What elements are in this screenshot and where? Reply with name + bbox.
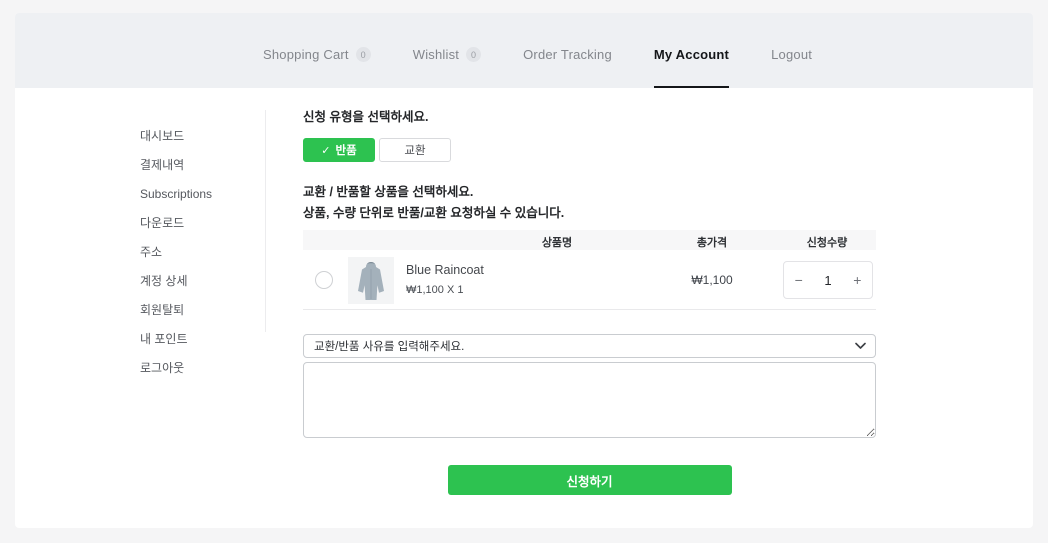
top-nav-band: Shopping Cart 0 Wishlist 0 Order Trackin… xyxy=(15,13,1033,88)
account-panel: Shopping Cart 0 Wishlist 0 Order Trackin… xyxy=(15,13,1033,528)
request-type-prompt: 신청 유형을 선택하세요. xyxy=(303,110,429,124)
product-table-header: 상품명 총가격 신청수량 xyxy=(303,230,876,250)
return-type-button[interactable]: ✓ 반품 xyxy=(303,138,375,162)
request-type-toggle: ✓ 반품 교환 xyxy=(303,138,876,162)
sidebar-item-downloads[interactable]: 다운로드 xyxy=(140,208,260,237)
product-name: Blue Raincoat xyxy=(406,263,484,277)
nav-my-account[interactable]: My Account xyxy=(653,23,730,88)
product-info: Blue Raincoat ₩1,100 X 1 xyxy=(406,263,484,296)
sidebar-item-logout[interactable]: 로그아웃 xyxy=(140,353,260,382)
return-exchange-form: 신청 유형을 선택하세요. ✓ 반품 교환 교환 / 반품할 상품을 선택하세요… xyxy=(303,110,876,495)
nav-shopping-cart-label: Shopping Cart xyxy=(263,47,349,62)
nav-order-tracking[interactable]: Order Tracking xyxy=(523,23,612,88)
return-type-label: 반품 xyxy=(335,145,357,157)
nav-shopping-cart[interactable]: Shopping Cart 0 xyxy=(263,23,371,88)
col-request-qty: 신청수량 xyxy=(806,237,848,249)
top-nav: Shopping Cart 0 Wishlist 0 Order Trackin… xyxy=(263,23,812,88)
nav-logout-label: Logout xyxy=(771,47,813,62)
sidebar-item-address[interactable]: 주소 xyxy=(140,237,260,266)
chevron-down-icon xyxy=(855,342,866,349)
submit-row: 신청하기 xyxy=(303,465,876,495)
table-row: Blue Raincoat ₩1,100 X 1 ₩1,100 − 1 + xyxy=(303,250,876,310)
sidebar-item-account-details[interactable]: 계정 상세 xyxy=(140,266,260,295)
nav-my-account-label: My Account xyxy=(653,47,730,62)
nav-wishlist[interactable]: Wishlist 0 xyxy=(412,23,482,88)
submit-request-button[interactable]: 신청하기 xyxy=(447,465,732,495)
reason-dropdown-value: 교환/반품 사유를 입력해주세요. xyxy=(314,341,465,353)
nav-order-tracking-label: Order Tracking xyxy=(523,47,612,62)
sidebar-divider xyxy=(265,110,266,332)
quantity-value: 1 xyxy=(824,272,832,288)
sidebar-item-withdraw-membership[interactable]: 회원탈퇴 xyxy=(140,295,260,324)
quantity-increase-button[interactable]: + xyxy=(843,272,872,288)
sidebar-item-payments[interactable]: 결제내역 xyxy=(140,150,260,179)
quantity-decrease-button[interactable]: − xyxy=(784,272,813,288)
wishlist-count-badge: 0 xyxy=(466,47,482,62)
product-unit-price: ₩1,100 X 1 xyxy=(406,284,464,296)
product-table: 상품명 총가격 신청수량 Blue Raincoat ₩1,100 X 1 ₩1… xyxy=(303,230,876,310)
sidebar-item-subscriptions[interactable]: Subscriptions xyxy=(140,179,260,208)
col-product-name: 상품명 xyxy=(541,237,573,249)
sidebar-item-my-points[interactable]: 내 포인트 xyxy=(140,324,260,353)
nav-logout[interactable]: Logout xyxy=(771,23,812,88)
exchange-type-label: 교환 xyxy=(404,145,426,157)
reason-textarea[interactable] xyxy=(303,362,876,438)
raincoat-image xyxy=(358,261,384,300)
account-sidebar: 대시보드 결제내역 Subscriptions 다운로드 주소 계정 상세 회원… xyxy=(140,121,260,382)
cart-count-badge: 0 xyxy=(355,47,371,62)
sidebar-item-dashboard[interactable]: 대시보드 xyxy=(140,121,260,150)
col-total-price: 총가격 xyxy=(696,237,728,249)
product-select-radio[interactable] xyxy=(315,271,333,289)
reason-dropdown[interactable]: 교환/반품 사유를 입력해주세요. xyxy=(303,334,876,358)
select-product-hint: 상품, 수량 단위로 반품/교환 요청하실 수 있습니다. xyxy=(303,206,565,220)
nav-wishlist-label: Wishlist xyxy=(412,47,460,62)
select-product-prompt: 교환 / 반품할 상품을 선택하세요. xyxy=(303,185,474,199)
quantity-stepper: − 1 + xyxy=(783,261,873,299)
product-total-price: ₩1,100 xyxy=(691,273,733,287)
exchange-type-button[interactable]: 교환 xyxy=(379,138,451,162)
check-icon: ✓ xyxy=(321,144,331,157)
product-thumbnail xyxy=(348,257,394,304)
